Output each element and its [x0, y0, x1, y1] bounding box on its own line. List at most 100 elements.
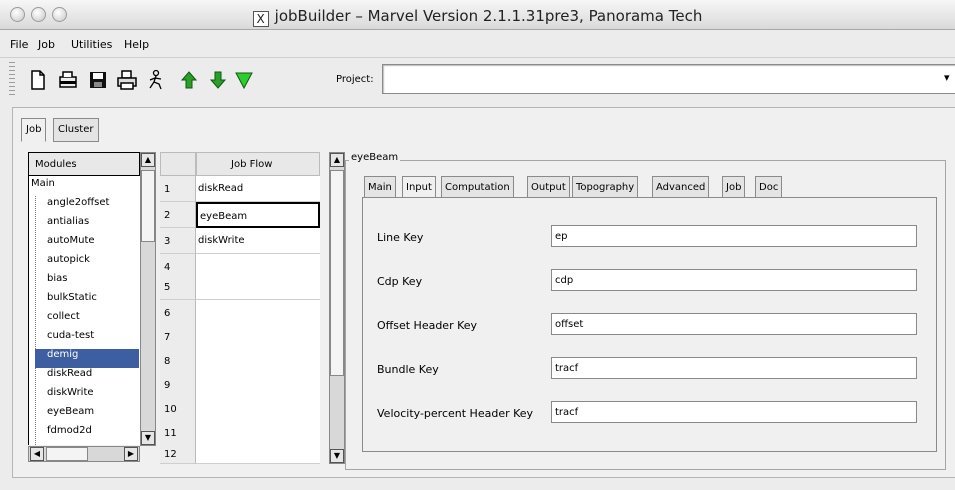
toolbar-grip[interactable]: [9, 62, 15, 96]
row-number: 2: [160, 202, 196, 228]
tab-job-params[interactable]: Job: [722, 176, 746, 198]
move-down-icon[interactable]: [207, 69, 229, 91]
modules-header[interactable]: Modules: [28, 152, 140, 176]
tab-main[interactable]: Main: [364, 176, 396, 198]
job-flow-cell[interactable]: [196, 324, 320, 350]
toolbar: Project: ▾: [0, 58, 955, 100]
menu-job[interactable]: Job: [38, 38, 55, 51]
x11-logo-icon: X: [252, 11, 269, 27]
menu-bar: File Job Utilities Help: [0, 30, 955, 58]
module-item[interactable]: antialias: [35, 216, 89, 235]
module-item[interactable]: angle2offset: [35, 197, 109, 216]
cdp-key-label: Cdp Key: [377, 275, 423, 288]
job-flow-row[interactable]: 8: [160, 348, 320, 374]
bundle-key-input[interactable]: tracf: [551, 357, 917, 379]
tab-topography[interactable]: Topography: [572, 176, 639, 198]
move-up-icon[interactable]: [178, 69, 200, 91]
job-flow-cell[interactable]: diskWrite: [196, 228, 320, 254]
row-number: 1: [160, 176, 196, 202]
window-title-area: XjobBuilder – Marvel Version 2.1.1.31pre…: [0, 7, 955, 27]
modules-tree: Main angle2offset antialias autoMute aut…: [28, 176, 140, 445]
job-flow-cell[interactable]: [196, 274, 320, 300]
module-item[interactable]: collect: [35, 311, 80, 330]
module-item[interactable]: cuda-test: [35, 330, 94, 349]
scroll-down-icon[interactable]: ▼: [330, 449, 344, 463]
bundle-key-label: Bundle Key: [377, 363, 439, 376]
line-key-input[interactable]: ep: [551, 225, 917, 247]
save-icon[interactable]: [87, 69, 109, 91]
job-flow-cell[interactable]: [196, 300, 320, 326]
scroll-down-icon[interactable]: ▼: [141, 431, 155, 445]
project-combo-input[interactable]: [382, 64, 955, 94]
project-label: Project:: [336, 74, 374, 85]
row-number: 12: [160, 444, 196, 464]
print-icon[interactable]: [116, 69, 138, 91]
offset-header-key-input[interactable]: offset: [551, 313, 917, 335]
open-icon[interactable]: [57, 69, 79, 91]
modules-hscroll-thumb[interactable]: [46, 447, 88, 461]
module-item[interactable]: autoMute: [35, 235, 95, 254]
menu-help[interactable]: Help: [124, 38, 149, 51]
scroll-up-icon[interactable]: ▲: [330, 153, 344, 167]
module-panel-title: eyeBeam: [349, 152, 401, 163]
row-number: 11: [160, 420, 196, 446]
module-item[interactable]: diskRead: [35, 368, 92, 387]
module-item[interactable]: autopick: [35, 254, 90, 273]
job-flow-cell[interactable]: [196, 372, 320, 398]
tab-cluster[interactable]: Cluster: [53, 118, 99, 142]
job-flow-row[interactable]: 11: [160, 420, 320, 446]
row-number: 7: [160, 324, 196, 350]
row-number: 9: [160, 372, 196, 398]
run-icon[interactable]: [146, 69, 168, 91]
job-flow-cell[interactable]: [196, 420, 320, 446]
job-flow-row[interactable]: 7: [160, 324, 320, 350]
modules-scroll-thumb[interactable]: [141, 170, 155, 242]
line-key-label: Line Key: [377, 231, 424, 244]
cdp-key-input[interactable]: cdp: [551, 269, 917, 291]
job-flow-row[interactable]: 5: [160, 274, 320, 300]
tab-output[interactable]: Output: [527, 176, 570, 198]
row-number: 5: [160, 274, 196, 300]
menu-file[interactable]: File: [10, 38, 28, 51]
tab-advanced[interactable]: Advanced: [652, 176, 710, 198]
new-icon[interactable]: [27, 69, 49, 91]
row-number: 6: [160, 300, 196, 326]
job-flow-cell-selected[interactable]: eyeBeam: [196, 202, 320, 228]
offset-header-key-label: Offset Header Key: [377, 319, 478, 332]
row-number: 3: [160, 228, 196, 254]
scroll-right-icon[interactable]: ▶: [124, 447, 138, 461]
job-flow-row-selected[interactable]: 2 eyeBeam: [160, 202, 320, 228]
tab-computation[interactable]: Computation: [441, 176, 514, 198]
scroll-up-icon[interactable]: ▲: [141, 153, 155, 167]
job-flow-row[interactable]: 12: [160, 444, 320, 464]
row-number: 8: [160, 348, 196, 374]
module-item[interactable]: fdmod2d: [35, 425, 92, 444]
module-item[interactable]: bulkStatic: [35, 292, 97, 311]
job-flow-row[interactable]: 3 diskWrite: [160, 228, 320, 254]
module-item[interactable]: eyeBeam: [35, 406, 94, 425]
title-bar: XjobBuilder – Marvel Version 2.1.1.31pre…: [0, 0, 955, 30]
job-flow-scroll-thumb[interactable]: [330, 170, 344, 376]
velocity-percent-header-key-input[interactable]: tracf: [551, 401, 917, 423]
job-flow-cell[interactable]: [196, 396, 320, 422]
module-item-selected[interactable]: demig: [35, 349, 139, 368]
scroll-left-icon[interactable]: ◀: [30, 447, 44, 461]
job-flow-row[interactable]: 1 diskRead: [160, 176, 320, 202]
chevron-down-icon[interactable]: ▾: [944, 71, 950, 84]
tab-doc[interactable]: Doc: [755, 176, 783, 198]
tree-root-main[interactable]: Main: [31, 178, 55, 197]
row-number: 10: [160, 396, 196, 422]
job-flow-row[interactable]: 9: [160, 372, 320, 398]
job-flow-cell[interactable]: diskRead: [196, 176, 320, 202]
job-flow-cell[interactable]: [196, 444, 320, 464]
job-flow-row[interactable]: 10: [160, 396, 320, 422]
tab-job[interactable]: Job: [21, 118, 47, 142]
job-flow-row[interactable]: 6: [160, 300, 320, 326]
module-item[interactable]: bias: [35, 273, 67, 292]
filter-icon[interactable]: [233, 69, 255, 91]
job-flow-cell[interactable]: [196, 348, 320, 374]
job-flow-header[interactable]: Job Flow: [196, 152, 320, 176]
tab-input[interactable]: Input: [402, 176, 436, 198]
module-item[interactable]: diskWrite: [35, 387, 94, 406]
menu-utilities[interactable]: Utilities: [71, 38, 112, 51]
